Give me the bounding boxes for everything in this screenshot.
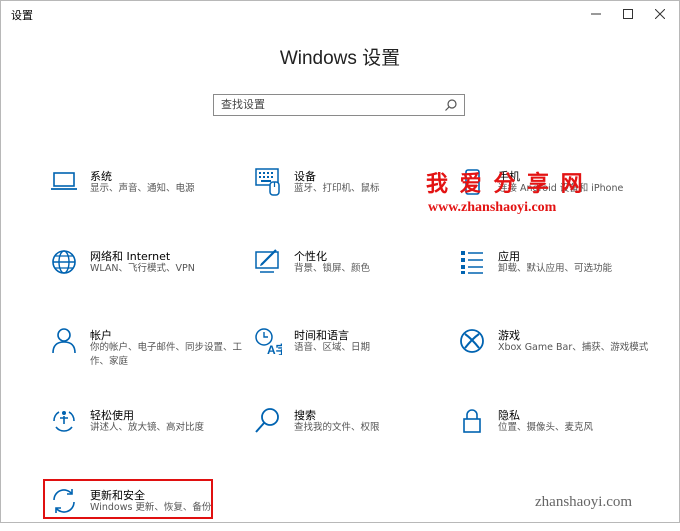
- item-desc: WLAN、飞行模式、VPN: [90, 263, 195, 274]
- person-icon: [52, 328, 76, 354]
- settings-item-search[interactable]: 搜索 查找我的文件、权限: [254, 407, 444, 451]
- watermark-bottom: zhanshaoyi.com: [535, 494, 633, 510]
- apps-list-icon: [461, 251, 483, 274]
- globe-icon: [52, 250, 76, 274]
- watermark-url: www.zhanshaoyi.com: [428, 200, 557, 215]
- lock-icon: [463, 409, 481, 433]
- title-bar: 设置: [1, 1, 679, 27]
- settings-item-network[interactable]: 网络和 Internet WLAN、飞行模式、VPN: [50, 248, 240, 292]
- settings-item-privacy[interactable]: 隐私 位置、摄像头、麦克风: [458, 407, 648, 451]
- item-desc: 显示、声音、通知、电源: [90, 183, 195, 194]
- window-title: 设置: [11, 9, 33, 22]
- settings-item-system[interactable]: 系统 显示、声音、通知、电源: [50, 168, 240, 212]
- item-desc: 讲述人、放大镜、高对比度: [90, 422, 205, 433]
- ease-of-access-icon: [53, 411, 75, 432]
- search-icon[interactable]: [444, 98, 458, 112]
- time-language-icon: A字: [255, 328, 282, 355]
- search-box[interactable]: [213, 94, 465, 116]
- item-desc: 卸载、默认应用、可选功能: [498, 263, 613, 274]
- settings-item-accounts[interactable]: 帐户 你的帐户、电子邮件、同步设置、工作、家庭: [50, 327, 242, 371]
- item-desc: Xbox Game Bar、捕获、游戏模式: [498, 342, 649, 353]
- laptop-icon: [51, 172, 77, 190]
- paint-icon: [255, 249, 279, 273]
- settings-item-gaming[interactable]: 游戏 Xbox Game Bar、捕获、游戏模式: [458, 327, 648, 371]
- search-input[interactable]: [221, 96, 431, 114]
- maximize-icon: [623, 9, 633, 19]
- highlight-box: [43, 479, 213, 519]
- search-icon: [255, 408, 279, 433]
- maximize-button[interactable]: [611, 1, 645, 27]
- settings-item-ease-of-access[interactable]: 轻松使用 讲述人、放大镜、高对比度: [50, 407, 240, 451]
- item-desc: 背景、锁屏、颜色: [294, 263, 371, 274]
- close-icon: [655, 9, 665, 19]
- xbox-icon: [460, 329, 484, 353]
- item-desc: 你的帐户、电子邮件、同步设置、工作、家庭: [90, 342, 243, 367]
- minimize-icon: [591, 13, 601, 15]
- svg-text:A字: A字: [267, 342, 282, 355]
- minimize-button[interactable]: [579, 1, 613, 27]
- item-desc: 查找我的文件、权限: [294, 422, 380, 433]
- settings-item-personalization[interactable]: 个性化 背景、锁屏、颜色: [254, 248, 444, 292]
- close-button[interactable]: [643, 1, 677, 27]
- settings-item-apps[interactable]: 应用 卸载、默认应用、可选功能: [458, 248, 648, 292]
- keyboard-icon: [255, 168, 280, 196]
- settings-item-devices[interactable]: 设备 蓝牙、打印机、鼠标: [254, 168, 444, 212]
- watermark-title: 我 爱 分 享 网: [426, 171, 585, 197]
- item-desc: 位置、摄像头、麦克风: [498, 422, 594, 433]
- page-title: Windows 设置: [279, 48, 401, 69]
- item-desc: 语音、区域、日期: [294, 342, 371, 353]
- settings-item-time-language[interactable]: A字 时间和语言 语音、区域、日期: [254, 327, 444, 371]
